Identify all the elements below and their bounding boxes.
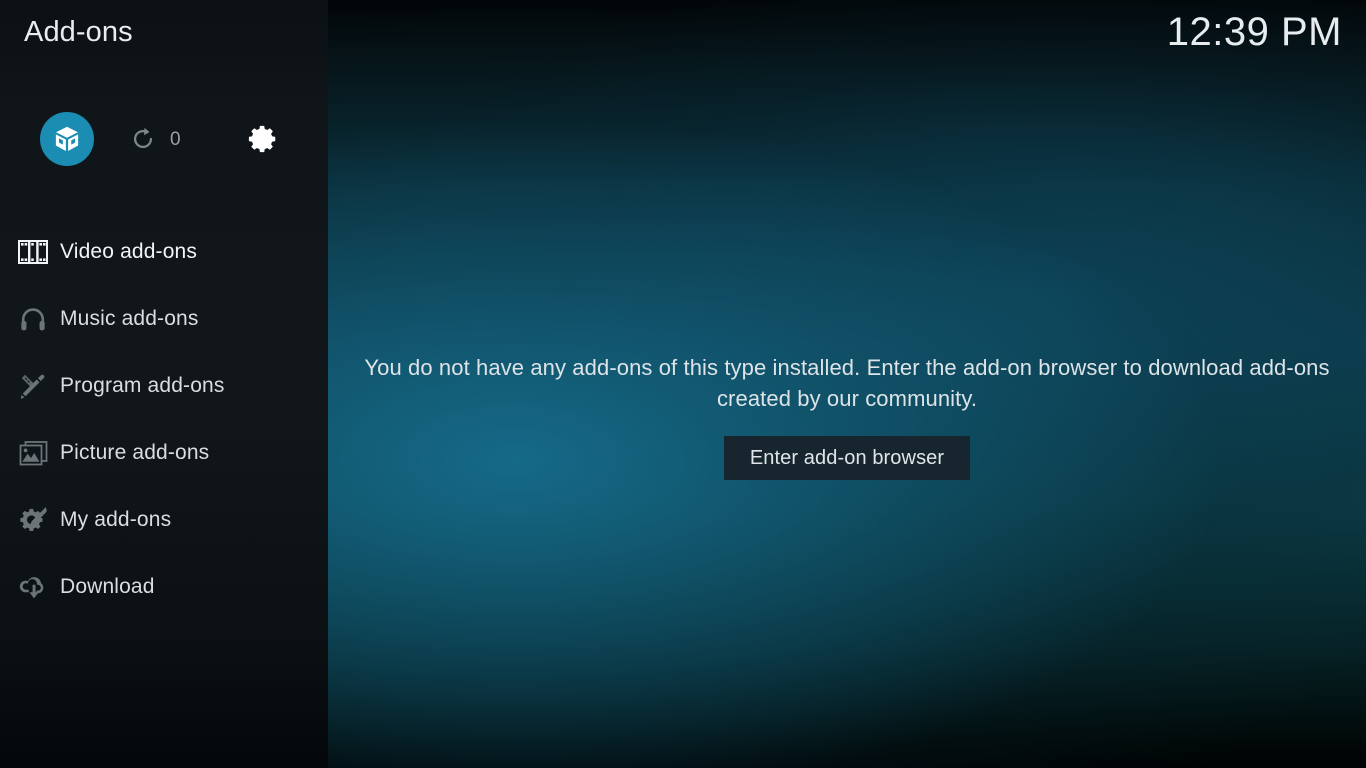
addon-category-toolbar: 0: [0, 108, 328, 170]
sidebar: Add-ons 0 Video add-ons Music add-ons Pr…: [0, 0, 328, 768]
gear-wrench-icon: [16, 503, 50, 537]
pencil-ruler-icon: [16, 369, 50, 403]
sidebar-item-label: My add-ons: [60, 507, 172, 531]
installed-addons-button[interactable]: [36, 108, 98, 170]
refresh-icon: [133, 127, 153, 149]
sidebar-item-label: Video add-ons: [60, 239, 198, 263]
addon-settings-button[interactable]: [236, 108, 290, 170]
empty-state-message: You do not have any add-ons of this type…: [364, 355, 1330, 411]
package-box-icon: [55, 126, 79, 151]
installed-addons-badge: [40, 112, 94, 166]
film-strip-icon: [16, 235, 50, 269]
sidebar-item-label: Program add-ons: [60, 373, 225, 397]
image-icon: [16, 436, 50, 470]
addon-type-menu: Video add-ons Music add-ons Program add-…: [0, 218, 328, 620]
cloud-download-icon: [16, 570, 50, 604]
sidebar-item-download[interactable]: Download: [0, 553, 328, 620]
gear-icon: [248, 125, 276, 153]
headphones-icon: [16, 302, 50, 336]
sidebar-item-label: Download: [60, 574, 155, 598]
empty-state: You do not have any add-ons of this type…: [328, 352, 1366, 480]
page-title: Add-ons: [24, 16, 133, 48]
sidebar-item-program-addons[interactable]: Program add-ons: [0, 352, 328, 419]
sidebar-item-my-addons[interactable]: My add-ons: [0, 486, 328, 553]
updates-count: 0: [170, 128, 181, 150]
sidebar-item-music-addons[interactable]: Music add-ons: [0, 285, 328, 352]
sidebar-item-video-addons[interactable]: Video add-ons: [0, 218, 328, 285]
sidebar-item-picture-addons[interactable]: Picture add-ons: [0, 419, 328, 486]
enter-addon-browser-button[interactable]: Enter add-on browser: [723, 436, 971, 480]
kodi-addons-screen: Add-ons 0 Video add-ons Music add-ons Pr…: [0, 0, 1366, 768]
sidebar-item-label: Music add-ons: [60, 306, 199, 330]
available-updates-button[interactable]: 0: [118, 108, 214, 170]
sidebar-item-label: Picture add-ons: [60, 440, 210, 464]
clock: 12:39 PM: [1166, 10, 1342, 54]
main-content-panel: 12:39 PM You do not have any add-ons of …: [328, 0, 1366, 768]
